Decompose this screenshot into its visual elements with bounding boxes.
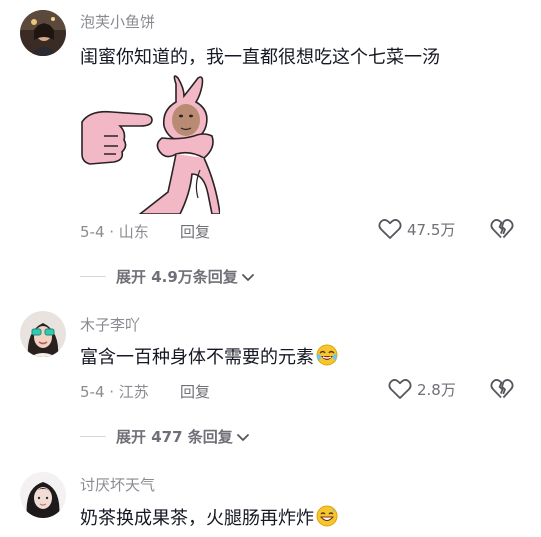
comment-3: 讨厌坏天气 奶茶换成果茶，火腿肠再炸炸: [0, 460, 541, 537]
broken-heart-icon: [490, 219, 514, 239]
expand-replies-button[interactable]: 展开 477 条回复: [80, 426, 251, 447]
broken-heart-icon: [490, 379, 514, 399]
username[interactable]: 讨厌坏天气: [80, 474, 155, 495]
expand-replies-label: 展开 4.9万条回复: [116, 268, 238, 286]
date-location: 5-4 · 江苏: [80, 383, 149, 401]
expand-replies-label: 展开 477 条回复: [116, 428, 233, 446]
comment-2: 木子李吖 富含一百种身体不需要的元素 5-4 · 江苏 回复 2.8万 展开 4…: [0, 300, 541, 450]
meme-sticker[interactable]: [80, 74, 221, 215]
username[interactable]: 木子李吖: [80, 314, 140, 335]
chevron-down-icon: [236, 433, 249, 441]
like-button[interactable]: 47.5万: [378, 218, 455, 240]
like-count: 2.8万: [417, 380, 456, 399]
grinning-sweat-emoji-icon: [316, 505, 338, 532]
rolling-laughing-emoji-icon: [316, 344, 338, 371]
avatar[interactable]: [20, 472, 66, 518]
comment-1: 泡芙小鱼饼 闺蜜你知道的，我一直都很想吃这个七菜一汤 5-4 · 山东 回复 4…: [0, 0, 541, 286]
comment-text: 闺蜜你知道的，我一直都很想吃这个七菜一汤: [80, 47, 440, 68]
username[interactable]: 泡芙小鱼饼: [80, 11, 155, 32]
avatar[interactable]: [20, 10, 66, 56]
comment-text: 奶茶换成果茶，火腿肠再炸炸: [80, 504, 338, 532]
expand-replies-button[interactable]: 展开 4.9万条回复: [80, 266, 256, 287]
divider-line: [80, 276, 106, 277]
divider-line: [80, 436, 106, 437]
date-location: 5-4 · 山东: [80, 223, 149, 241]
chevron-down-icon: [241, 273, 254, 281]
comment-text-body: 奶茶换成果茶，火腿肠再炸炸: [80, 508, 314, 529]
heart-outline-icon: [388, 379, 412, 399]
dislike-button[interactable]: [490, 218, 514, 244]
comment-text: 富含一百种身体不需要的元素: [80, 343, 338, 371]
avatar[interactable]: [20, 311, 66, 357]
heart-outline-icon: [378, 219, 402, 239]
like-count: 47.5万: [407, 220, 456, 239]
like-button[interactable]: 2.8万: [388, 378, 456, 400]
reply-button[interactable]: 回复: [180, 381, 210, 402]
dislike-button[interactable]: [490, 378, 514, 404]
reply-button[interactable]: 回复: [180, 221, 210, 242]
comment-text-body: 富含一百种身体不需要的元素: [80, 347, 314, 368]
